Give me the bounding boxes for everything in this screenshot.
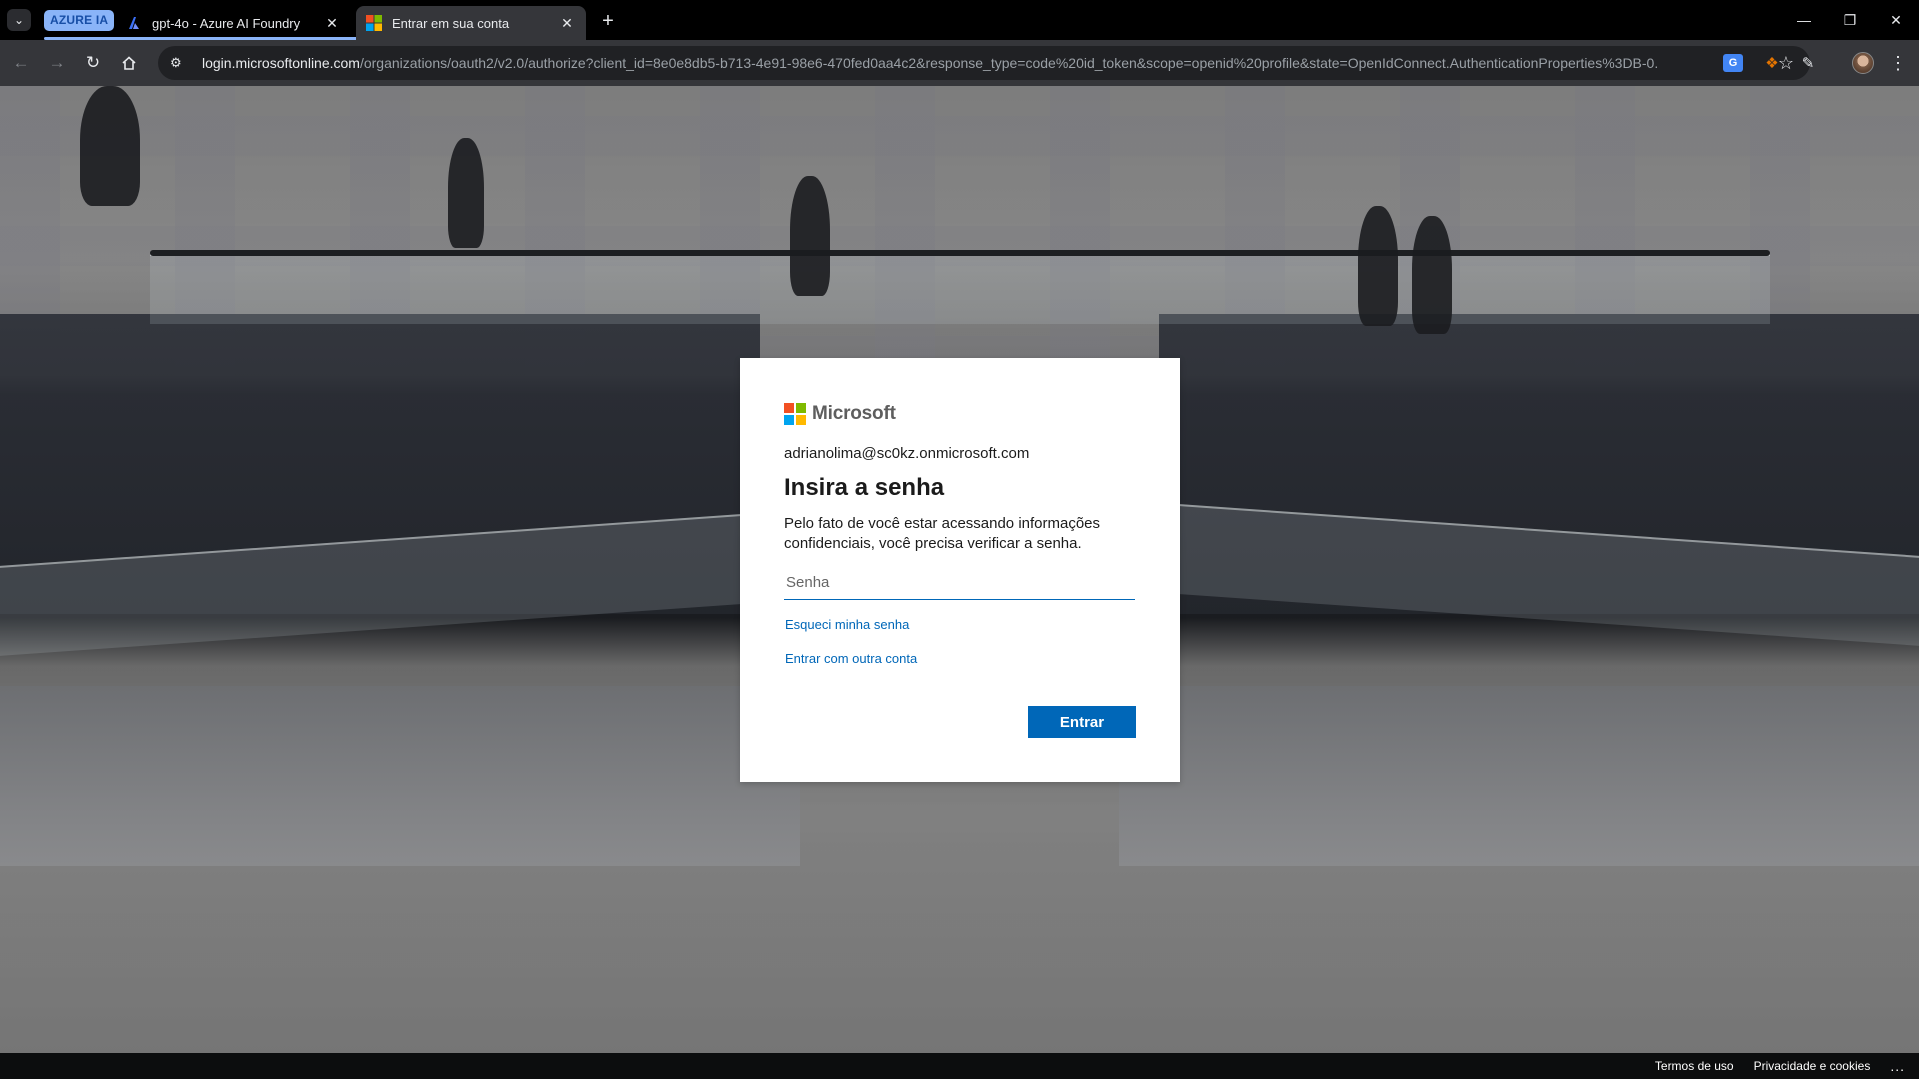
arrow-right-icon: → (48, 53, 66, 72)
more-menu-icon[interactable]: ⋮ (1886, 51, 1910, 75)
microsoft-logo-icon (366, 15, 382, 31)
close-tab-icon[interactable]: ✕ (323, 14, 341, 32)
privacy-link[interactable]: Privacidade e cookies (1754, 1059, 1871, 1073)
tab-title: Entrar em sua conta (392, 15, 510, 31)
background-wall-right (1119, 686, 1919, 866)
close-tab-icon[interactable]: ✕ (558, 14, 576, 32)
tab-group-label[interactable]: AZURE IA (44, 10, 115, 31)
microsoft-logo-icon (784, 403, 806, 425)
translate-extension-icon[interactable]: G (1723, 54, 1743, 72)
more-options-button[interactable]: ... (1890, 1058, 1905, 1074)
background-wall-left (0, 686, 800, 866)
background-person (80, 86, 140, 206)
page-footer: Termos de uso Privacidade e cookies ... (0, 1053, 1919, 1079)
home-icon (122, 56, 136, 70)
background-person (790, 176, 830, 296)
arrow-left-icon: ← (12, 53, 30, 72)
azure-ai-foundry-icon (129, 17, 139, 29)
minimize-button[interactable]: — (1781, 0, 1827, 40)
forgot-password-link[interactable]: Esqueci minha senha (785, 617, 1136, 632)
tab-strip: ⌄ AZURE IA gpt-4o - Azure AI Foundry ✕ E… (0, 0, 1919, 40)
reload-button[interactable]: ↻ (78, 48, 108, 78)
microsoft-logo: Microsoft (784, 402, 1136, 426)
description-text: Pelo fato de você estar acessando inform… (784, 515, 1101, 552)
url-path: /organizations/oauth2/v2.0/authorize?cli… (359, 55, 1657, 71)
brand-name: Microsoft (812, 403, 896, 424)
home-button[interactable] (114, 48, 144, 78)
background-person (1412, 216, 1452, 334)
background-glass-railing (150, 254, 1770, 324)
tab-title: gpt-4o - Azure AI Foundry (152, 15, 301, 31)
terms-link[interactable]: Termos de uso (1655, 1059, 1734, 1073)
chevron-down-icon: ⌄ (13, 13, 25, 27)
tab-search-button[interactable]: ⌄ (7, 9, 31, 31)
forward-button[interactable]: → (42, 48, 72, 78)
sign-in-other-account-link[interactable]: Entrar com outra conta (785, 651, 1136, 666)
background-person (448, 138, 484, 248)
url-text[interactable]: login.microsoftonline.com/organizations/… (202, 55, 1657, 71)
profile-avatar[interactable] (1852, 52, 1874, 74)
sign-in-card: Microsoft adrianolima@sc0kz.onmicrosoft.… (740, 358, 1180, 782)
page-title: Insira a senha (784, 474, 945, 501)
account-email: adrianolima@sc0kz.onmicrosoft.com (784, 445, 1030, 462)
restore-button[interactable]: ❐ (1827, 0, 1873, 40)
extension-icon[interactable]: ❖ (1760, 51, 1784, 75)
close-window-button[interactable]: ✕ (1873, 0, 1919, 40)
puzzle-extensions-icon[interactable]: ✎ (1796, 51, 1820, 75)
password-input[interactable] (784, 566, 1135, 600)
site-info-icon[interactable]: ⚙ (170, 55, 194, 71)
new-tab-button[interactable]: + (596, 9, 620, 33)
tab-azure-ai-foundry[interactable]: gpt-4o - Azure AI Foundry ✕ (116, 6, 351, 40)
background-handrail (150, 250, 1770, 256)
reload-icon: ↻ (85, 53, 101, 72)
background-person (1358, 206, 1398, 326)
browser-toolbar: ← → ↻ ⚙ login.microsoftonline.com/organi… (0, 40, 1919, 86)
back-button[interactable]: ← (6, 48, 36, 78)
url-host: login.microsoftonline.com (202, 55, 360, 71)
tab-sign-in[interactable]: Entrar em sua conta ✕ (356, 6, 586, 40)
address-bar[interactable]: ⚙ login.microsoftonline.com/organization… (158, 46, 1810, 80)
sign-in-button[interactable]: Entrar (1028, 706, 1136, 738)
